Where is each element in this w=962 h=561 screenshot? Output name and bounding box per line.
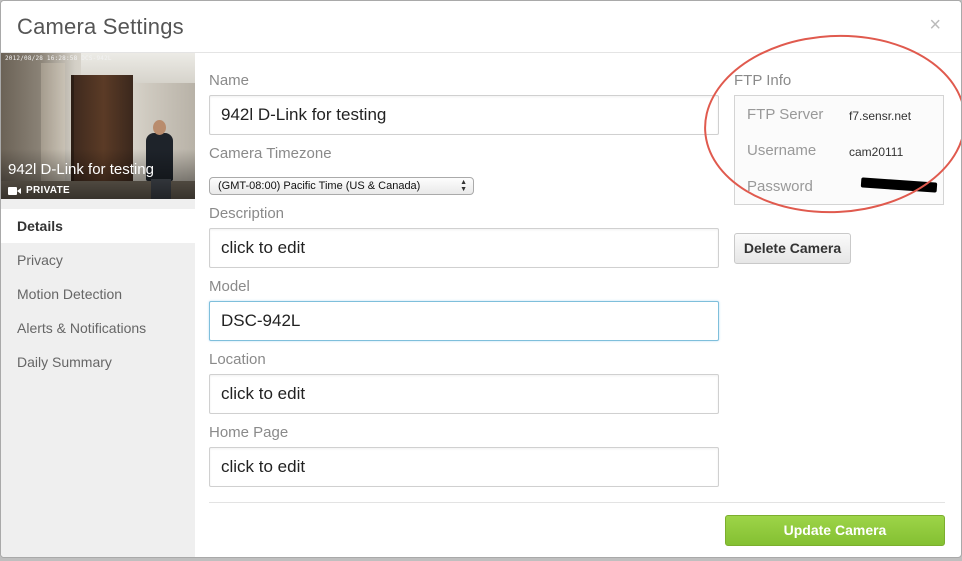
privacy-badge: PRIVATE [8, 185, 70, 196]
ftp-server-value: f7.sensr.net [849, 109, 912, 123]
update-camera-button[interactable]: Update Camera [725, 515, 945, 546]
select-arrows-icon: ▲ ▼ [460, 179, 467, 193]
ftp-server-label: FTP Server [747, 106, 824, 123]
nav-item-alerts-notifications[interactable]: Alerts & Notifications [1, 311, 195, 345]
ftp-info-box: FTP Server f7.sensr.net Username cam2011… [734, 95, 944, 205]
name-field[interactable]: 942l D-Link for testing [209, 95, 719, 135]
dialog-header: Camera Settings × [1, 1, 961, 53]
thumbnail-camera-name: 942l D-Link for testing [8, 161, 154, 178]
close-icon[interactable]: × [929, 15, 941, 35]
password-redaction-mark [860, 177, 938, 193]
footer-divider [209, 502, 945, 503]
location-field[interactable]: click to edit [209, 374, 719, 414]
privacy-badge-label: PRIVATE [26, 185, 70, 196]
camera-thumbnail[interactable]: 2012/08/28 16:28:58 DCS-942L 942l D-Link… [1, 53, 195, 199]
ftp-username-row: Username cam20111 [747, 142, 937, 162]
homepage-label: Home Page [209, 424, 289, 441]
timezone-select[interactable]: (GMT-08:00) Pacific Time (US & Canada) ▲… [209, 177, 474, 195]
video-camera-icon [8, 186, 22, 195]
timezone-label: Camera Timezone [209, 145, 332, 162]
ftp-server-row: FTP Server f7.sensr.net [747, 106, 937, 126]
ftp-username-value: cam20111 [849, 145, 904, 159]
nav-item-privacy[interactable]: Privacy [1, 243, 195, 277]
name-label: Name [209, 72, 250, 89]
nav-item-details[interactable]: Details [1, 209, 195, 243]
thumbnail-timestamp: 2012/08/28 16:28:58 DCS-942L [5, 55, 112, 62]
timezone-selected-value: (GMT-08:00) Pacific Time (US & Canada) [218, 180, 421, 192]
model-label: Model [209, 278, 250, 295]
ftp-password-row: Password [747, 177, 938, 198]
camera-settings-dialog: Camera Settings × 2012/08/28 16:28:58 DC… [0, 0, 962, 558]
settings-nav: Details Privacy Motion Detection Alerts … [1, 209, 195, 379]
description-field[interactable]: click to edit [209, 228, 719, 268]
sidebar: 2012/08/28 16:28:58 DCS-942L 942l D-Link… [1, 53, 195, 557]
nav-item-motion-detection[interactable]: Motion Detection [1, 277, 195, 311]
delete-camera-button[interactable]: Delete Camera [734, 233, 851, 264]
ftp-info-title: FTP Info [734, 72, 792, 89]
model-field[interactable]: DSC-942L [209, 301, 719, 341]
ftp-username-label: Username [747, 142, 817, 159]
nav-item-daily-summary[interactable]: Daily Summary [1, 345, 195, 379]
ftp-password-label: Password [747, 178, 813, 195]
description-label: Description [209, 205, 285, 222]
dialog-title: Camera Settings [17, 14, 184, 39]
homepage-field[interactable]: click to edit [209, 447, 719, 487]
location-label: Location [209, 351, 266, 368]
thumbnail-person-head [153, 120, 166, 135]
